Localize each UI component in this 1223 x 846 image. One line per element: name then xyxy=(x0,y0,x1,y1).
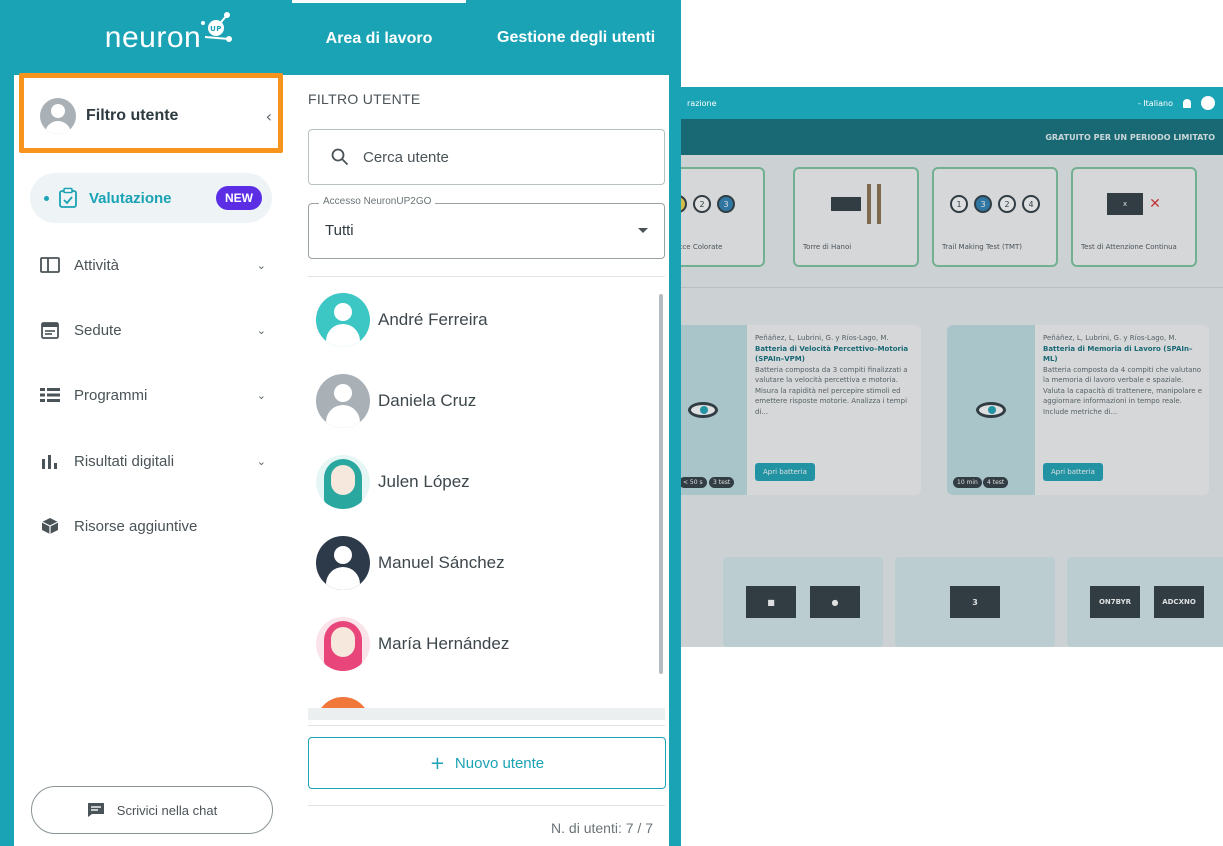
sidebar-header: neuron UP xyxy=(14,0,292,75)
bar-chart-icon xyxy=(40,451,60,471)
chevron-down-icon[interactable]: ⌄ xyxy=(257,455,266,468)
sidebar-item-label: Sedute xyxy=(74,321,122,339)
user-list-item[interactable]: María Hernández xyxy=(316,614,646,674)
chevron-down-icon[interactable]: ⌄ xyxy=(257,389,266,402)
access-select[interactable]: Accesso NeuronUP2GO Tutti xyxy=(308,196,665,259)
chevron-left-icon[interactable]: ‹ xyxy=(266,107,272,126)
caret-down-icon xyxy=(638,228,648,233)
new-badge: NEW xyxy=(216,186,262,210)
tablet-icon xyxy=(40,255,60,275)
chat-icon xyxy=(87,803,104,817)
sidebar-item-risorse-aggiuntive[interactable]: Risorse aggiuntive xyxy=(40,511,270,541)
sidebar-item-attivita[interactable]: Attività ⌄ xyxy=(40,250,270,280)
sidebar-item-sedute[interactable]: Sedute ⌄ xyxy=(40,315,270,345)
calendar-icon xyxy=(40,320,60,340)
list-fade xyxy=(308,708,665,720)
top-tabs: Area di lavoro Gestione degli utenti xyxy=(292,0,681,75)
user-name: Daniela Cruz xyxy=(378,391,477,410)
sidebar-item-valutazione[interactable]: Valutazione NEW xyxy=(30,173,272,223)
user-avatar xyxy=(316,293,370,347)
sidebar-item-label: Attività xyxy=(74,256,120,274)
user-avatar xyxy=(316,617,370,671)
user-avatar xyxy=(316,374,370,428)
logo-badge-text: UP xyxy=(210,25,222,33)
box-icon xyxy=(40,516,60,536)
divider xyxy=(308,725,665,726)
bg-breadcrumb: razione xyxy=(687,98,717,108)
panel-title: FILTRO UTENTE xyxy=(308,91,421,107)
user-avatar-icon xyxy=(40,98,76,134)
user-name: Julen López xyxy=(378,472,470,491)
user-filter-panel: FILTRO UTENTE Accesso NeuronUP2GO Tutti … xyxy=(292,75,681,846)
user-list-item[interactable]: André Ferreira xyxy=(316,290,646,350)
chat-button-label: Scrivici nella chat xyxy=(116,802,218,818)
neuronup-logo[interactable]: neuron UP xyxy=(104,11,233,55)
divider xyxy=(308,805,665,806)
user-name: André Ferreira xyxy=(378,310,488,329)
bg-topbar: razione - Italiano xyxy=(679,87,1223,119)
list-icon xyxy=(40,385,60,405)
sidebar-item-programmi[interactable]: Programmi ⌄ xyxy=(40,380,270,410)
user-avatar xyxy=(316,455,370,509)
chat-button[interactable]: Scrivici nella chat xyxy=(31,786,273,834)
chevron-down-icon[interactable]: ⌄ xyxy=(257,324,266,337)
select-legend: Accesso NeuronUP2GO xyxy=(319,196,436,207)
bell-icon[interactable] xyxy=(1183,98,1191,108)
user-name: Manuel Sánchez xyxy=(378,553,505,572)
divider xyxy=(308,276,665,277)
sidebar-item-label: Valutazione xyxy=(89,189,172,207)
search-field[interactable] xyxy=(308,129,665,185)
user-list-item[interactable]: Manuel Sánchez xyxy=(316,533,646,593)
user-name: María Hernández xyxy=(378,634,510,653)
active-dot-icon xyxy=(44,195,49,201)
new-user-button[interactable]: + Nuovo utente xyxy=(308,737,666,789)
clipboard-check-icon xyxy=(59,187,77,208)
user-list-scrollbar[interactable] xyxy=(659,294,663,674)
user-count: N. di utenti: 7 / 7 xyxy=(551,820,653,836)
tab-gestione-utenti[interactable]: Gestione degli utenti xyxy=(497,0,677,75)
logo-mark-icon: UP xyxy=(201,11,233,42)
background-app-screenshot: razione - Italiano GRATUITO PER UN PERIO… xyxy=(679,87,1223,647)
bg-language-selector[interactable]: - Italiano xyxy=(1138,99,1173,108)
user-list: André Ferreira Daniela Cruz Julen López … xyxy=(308,290,665,720)
user-list-item[interactable]: Daniela Cruz xyxy=(316,371,646,431)
tab-area-di-lavoro[interactable]: Area di lavoro xyxy=(292,0,466,75)
bg-avatar[interactable] xyxy=(1201,96,1215,110)
sidebar-item-risultati-digitali[interactable]: Risultati digitali ⌄ xyxy=(40,446,270,476)
user-filter-label: Filtro utente xyxy=(86,107,179,124)
tab-label: Gestione degli utenti xyxy=(497,28,656,46)
new-user-label: Nuovo utente xyxy=(454,754,545,772)
search-icon xyxy=(331,148,349,166)
plus-icon: + xyxy=(429,752,445,774)
tab-label: Area di lavoro xyxy=(325,30,433,47)
logo-text: neuron xyxy=(104,20,202,54)
user-list-item[interactable]: Julen López xyxy=(316,452,646,512)
user-avatar xyxy=(316,536,370,590)
screen: razione - Italiano GRATUITO PER UN PERIO… xyxy=(0,0,1223,846)
user-filter-toggle[interactable]: Filtro utente ‹ xyxy=(28,84,286,148)
search-input[interactable] xyxy=(363,148,643,166)
bg-dim-overlay xyxy=(679,119,1223,647)
chevron-down-icon[interactable]: ⌄ xyxy=(257,259,266,272)
sidebar: neuron UP Filtro utente ‹ Valutazione NE… xyxy=(14,0,292,846)
sidebar-item-label: Risultati digitali xyxy=(74,452,175,470)
select-value: Tutti xyxy=(325,222,354,239)
sidebar-item-label: Programmi xyxy=(74,386,148,404)
sidebar-item-label: Risorse aggiuntive xyxy=(74,517,198,535)
